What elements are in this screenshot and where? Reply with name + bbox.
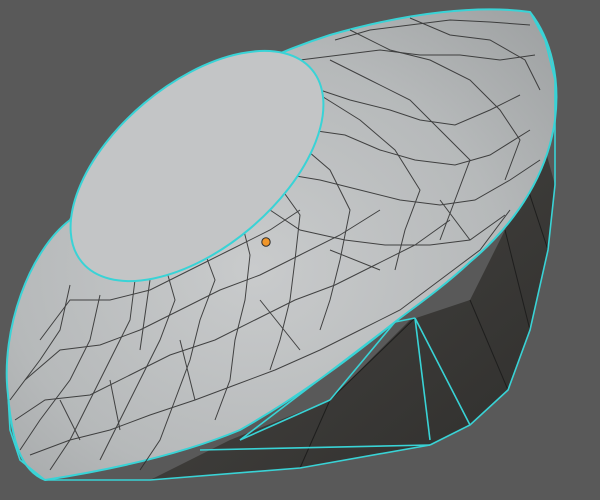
viewport-canvas[interactable] — [0, 0, 600, 500]
object-origin-dot[interactable] — [261, 237, 271, 247]
3d-viewport[interactable] — [0, 0, 600, 500]
